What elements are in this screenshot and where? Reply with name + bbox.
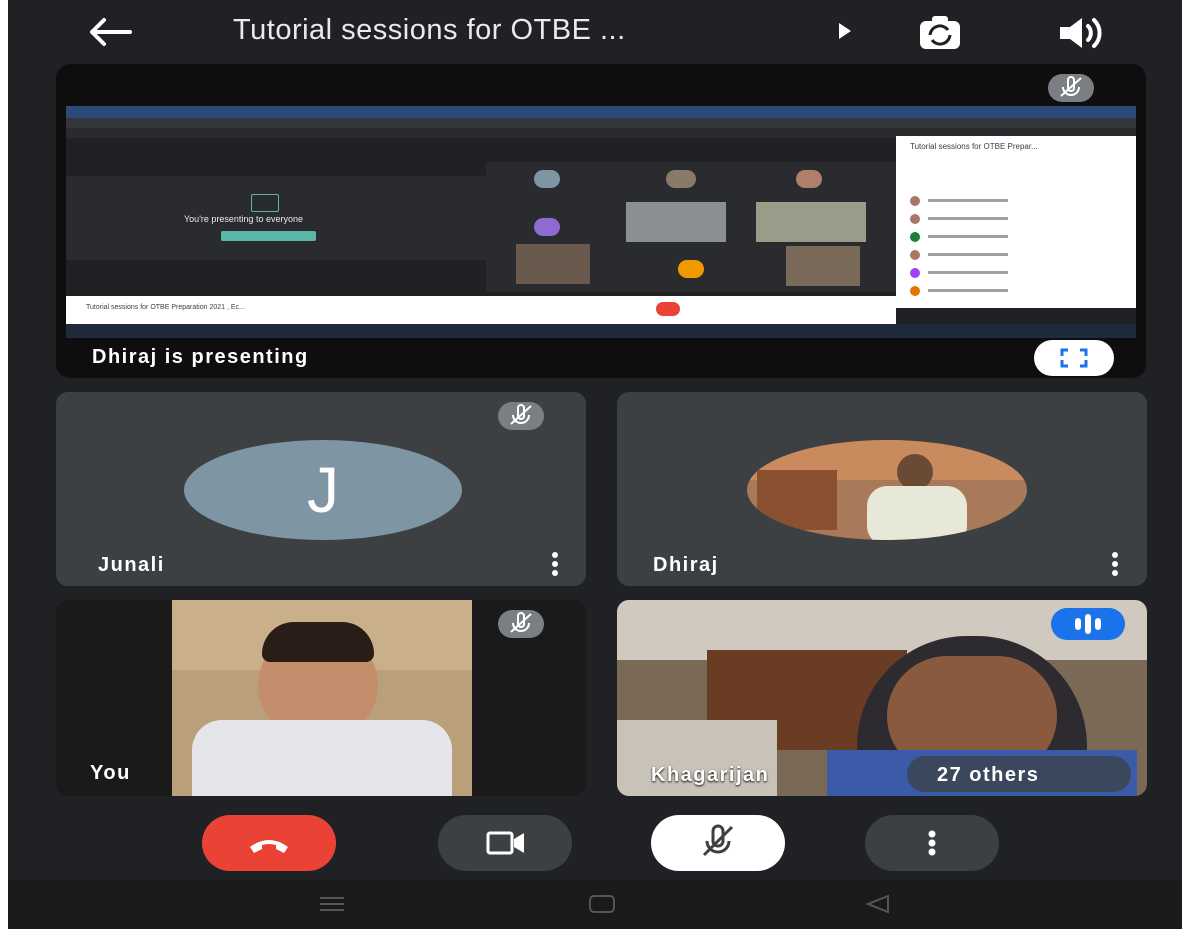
presenting-text: You're presenting to everyone: [184, 214, 303, 224]
avatar: [747, 440, 1027, 540]
mini-avatar: [534, 218, 560, 236]
panel-row: [910, 282, 1120, 296]
presentation-tile[interactable]: You're presenting to everyone Tutorial s…: [56, 64, 1146, 378]
end-call-button[interactable]: [202, 815, 336, 871]
more-vertical-icon[interactable]: [551, 552, 559, 576]
camera-switch-icon[interactable]: [916, 13, 964, 53]
arrow-left-icon[interactable]: [84, 12, 134, 52]
participant-name: Dhiraj: [653, 554, 719, 576]
speaker-icon[interactable]: [1056, 14, 1104, 52]
speaking-indicator-icon: [1051, 608, 1125, 640]
mini-avatar: [678, 260, 704, 278]
mini-avatar: [796, 170, 822, 188]
mini-video: [516, 244, 590, 284]
mini-avatar: [666, 170, 696, 188]
browser-tab-bar: [66, 106, 1136, 118]
others-count: 27 others: [937, 764, 1040, 786]
camera-icon: [486, 831, 524, 855]
panel-title: Tutorial sessions for OTBE Prepar...: [910, 142, 1038, 151]
panel-row: [910, 192, 1120, 206]
mini-video: [756, 202, 866, 242]
others-badge[interactable]: 27 others: [907, 756, 1131, 792]
panel-row: [910, 246, 1120, 260]
stop-presenting-button: [221, 231, 316, 241]
avatar: J: [184, 440, 462, 540]
present-icon: [251, 194, 279, 212]
presenting-caption: Dhiraj is presenting: [92, 346, 309, 368]
end-call-mini-icon: [656, 302, 680, 316]
recent-apps-icon[interactable]: [312, 892, 352, 916]
meet-screen: Tutorial sessions for OTBE ... You're pr…: [8, 0, 1182, 929]
panel-row: [910, 264, 1120, 278]
mic-off-icon: [702, 824, 734, 857]
more-vertical-icon: [928, 830, 936, 856]
participant-tile-junali[interactable]: J Junali: [56, 392, 586, 586]
windows-taskbar: [66, 324, 1136, 338]
panel-row: [910, 210, 1120, 224]
participant-tile-you[interactable]: You: [56, 600, 586, 796]
participant-name: You: [90, 762, 131, 784]
android-nav-bar: [8, 880, 1182, 929]
end-call-icon: [250, 840, 288, 853]
panel-row: [910, 228, 1120, 242]
camera-toggle-button[interactable]: [438, 815, 572, 871]
shared-screen: You're presenting to everyone Tutorial s…: [66, 106, 1136, 338]
back-triangle-icon[interactable]: [858, 892, 898, 916]
mic-toggle-button[interactable]: [651, 815, 785, 871]
participant-tile-khagarijan[interactable]: Khagarijan 27 others: [617, 600, 1147, 796]
mic-off-icon: [498, 610, 544, 638]
top-bar: Tutorial sessions for OTBE ...: [8, 0, 1182, 64]
play-icon[interactable]: [839, 23, 851, 39]
mic-off-icon: [498, 402, 544, 430]
participant-name: Junali: [98, 554, 165, 576]
mini-avatar: [534, 170, 560, 188]
fullscreen-button[interactable]: [1034, 340, 1114, 376]
fullscreen-icon: [1060, 348, 1088, 368]
bottom-title: Tutorial sessions for OTBE Preparation 2…: [86, 304, 245, 311]
participant-grid-mini: [486, 162, 896, 292]
self-video: [172, 600, 472, 796]
browser-address-bar: [66, 118, 1136, 128]
meeting-title[interactable]: Tutorial sessions for OTBE ...: [233, 14, 626, 47]
meeting-bottom-bar: Tutorial sessions for OTBE Preparation 2…: [66, 296, 896, 324]
more-vertical-icon[interactable]: [1111, 552, 1119, 576]
more-options-button[interactable]: [865, 815, 999, 871]
mini-video: [786, 246, 860, 286]
participant-name: Khagarijan: [651, 764, 770, 786]
mic-off-icon: [1048, 74, 1094, 102]
participants-panel: Tutorial sessions for OTBE Prepar...: [896, 136, 1136, 308]
participant-tile-dhiraj[interactable]: Dhiraj: [617, 392, 1147, 586]
presenting-panel: You're presenting to everyone: [66, 176, 486, 260]
mini-video: [626, 202, 726, 242]
call-controls: [8, 815, 1182, 875]
home-icon[interactable]: [582, 892, 622, 916]
